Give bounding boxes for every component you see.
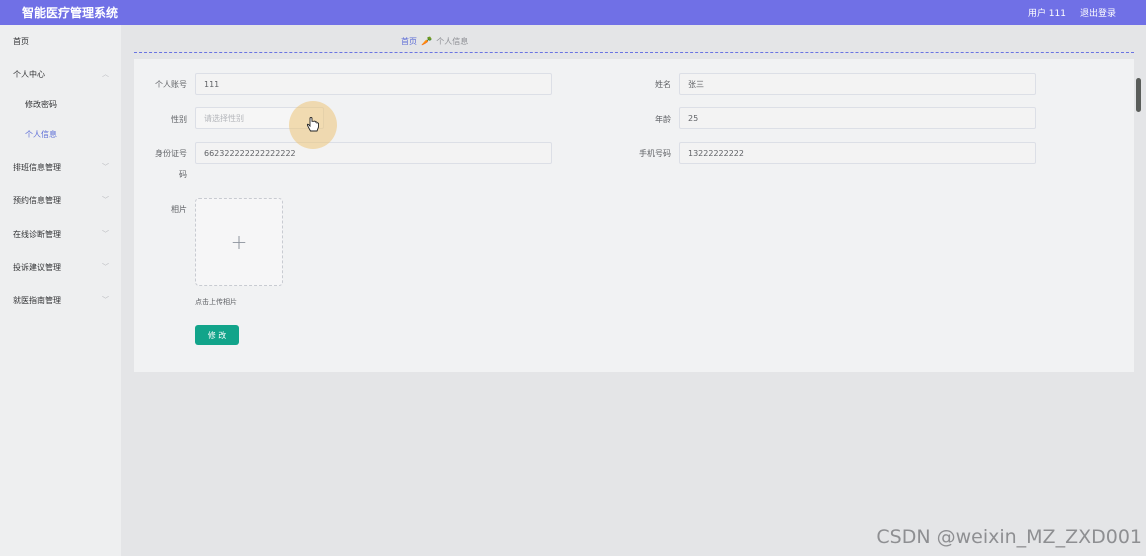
plus-icon: + <box>230 230 248 254</box>
chevron-down-icon: ﹀ <box>102 296 109 304</box>
sidebar: 首页 个人中心 ︿ 修改密码 个人信息 排班信息管理 ﹀ 预约信息管理 ﹀ 在线… <box>0 25 121 556</box>
sidebar-item-complaints[interactable]: 投诉建议管理 ﹀ <box>0 255 121 279</box>
chevron-down-icon: ﹀ <box>102 196 109 204</box>
sidebar-item-personal-center[interactable]: 个人中心 ︿ <box>0 62 121 86</box>
breadcrumb: 首页 🥕 个人信息 <box>401 36 468 47</box>
sidebar-item-label: 投诉建议管理 <box>13 262 61 272</box>
chevron-down-icon: ﹀ <box>102 230 109 238</box>
hand-cursor-icon <box>306 117 319 132</box>
sidebar-item-label: 个人中心 <box>13 69 45 79</box>
sidebar-item-schedule[interactable]: 排班信息管理 ﹀ <box>0 155 121 179</box>
header-user-area: 用户 111 退出登录 <box>1028 6 1116 19</box>
top-header: 智能医疗管理系统 用户 111 退出登录 <box>0 0 1146 25</box>
account-label: 个人账号 <box>155 80 187 89</box>
chevron-down-icon: ﹀ <box>102 263 109 271</box>
breadcrumb-home[interactable]: 首页 <box>401 36 417 47</box>
user-label: 用户 111 <box>1027 9 1066 19</box>
id-card-label: 身份证号 <box>155 149 187 158</box>
name-field[interactable]: 张三 <box>679 73 1036 95</box>
id-card-field[interactable]: 662322222222222222 <box>195 142 552 164</box>
account-field[interactable]: 111 <box>195 73 552 95</box>
submit-button[interactable]: 修 改 <box>195 325 239 345</box>
sidebar-item-label: 修改密码 <box>25 99 57 109</box>
sidebar-item-label: 个人信息 <box>25 129 57 139</box>
sidebar-item-label: 首页 <box>13 36 29 46</box>
phone-field[interactable]: 13222222222 <box>679 142 1036 164</box>
chevron-down-icon: ﹀ <box>102 163 109 171</box>
id-card-label-cont: 码 <box>179 170 187 179</box>
sidebar-item-label: 预约信息管理 <box>13 195 61 205</box>
breadcrumb-divider <box>134 52 1134 53</box>
sidebar-item-change-password[interactable]: 修改密码 <box>0 92 121 116</box>
watermark: CSDN @weixin_MZ_ZXD001 <box>876 526 1142 548</box>
chevron-up-icon: ︿ <box>102 70 109 78</box>
form-card <box>134 59 1134 372</box>
sidebar-item-appointment[interactable]: 预约信息管理 ﹀ <box>0 188 121 212</box>
sidebar-item-guide[interactable]: 就医指南管理 ﹀ <box>0 288 121 312</box>
photo-label: 相片 <box>171 205 187 214</box>
sidebar-item-label: 排班信息管理 <box>13 162 61 172</box>
age-field[interactable]: 25 <box>679 107 1036 129</box>
age-label: 年龄 <box>655 115 671 124</box>
name-label: 姓名 <box>655 80 671 89</box>
sidebar-item-personal-info[interactable]: 个人信息 <box>0 122 121 146</box>
gender-label: 性别 <box>171 115 187 124</box>
sidebar-item-label: 就医指南管理 <box>13 295 61 305</box>
app-title: 智能医疗管理系统 <box>22 6 119 20</box>
upload-tip: 点击上传相片 <box>195 298 237 306</box>
breadcrumb-current: 个人信息 <box>436 37 469 46</box>
sidebar-item-label: 在线诊断管理 <box>13 229 61 239</box>
carrot-icon: 🥕 <box>421 36 433 47</box>
sidebar-item-home[interactable]: 首页 <box>0 29 121 53</box>
logout-link[interactable]: 退出登录 <box>1080 6 1116 19</box>
phone-label: 手机号码 <box>639 149 671 158</box>
scrollbar-thumb[interactable] <box>1136 78 1141 112</box>
sidebar-item-diagnosis[interactable]: 在线诊断管理 ﹀ <box>0 222 121 246</box>
photo-upload[interactable]: + <box>195 198 283 286</box>
